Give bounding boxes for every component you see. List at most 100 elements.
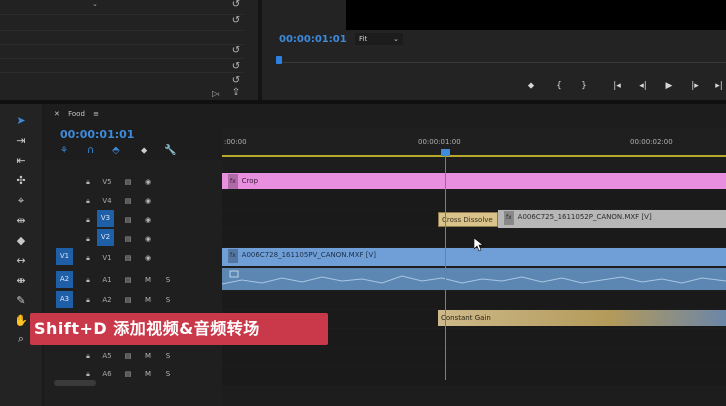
sync-icon[interactable]: ▤: [123, 216, 133, 224]
sync-icon[interactable]: ▤: [123, 197, 133, 205]
add-marker-icon[interactable]: ⬘: [112, 145, 120, 156]
track-select-backward-icon[interactable]: ⇤: [13, 154, 29, 168]
program-scrub-bar[interactable]: [276, 62, 726, 63]
lock-icon[interactable]: 🔒︎: [83, 276, 93, 285]
clip-label: A006C728_161105PV_CANON.MXF [V]: [241, 251, 377, 259]
reset-icon[interactable]: ↺: [230, 76, 242, 86]
playhead-handle[interactable]: [441, 149, 450, 156]
ripple-edit-tool-icon[interactable]: ✣: [13, 174, 29, 188]
lock-icon[interactable]: 🔒︎: [83, 370, 93, 379]
source-patch-a2[interactable]: A2: [56, 271, 73, 288]
linked-selection-icon[interactable]: ∩: [87, 145, 94, 156]
track-name: A5: [102, 352, 112, 360]
sync-icon[interactable]: ▤: [123, 276, 133, 284]
export-icon[interactable]: ⇪: [230, 88, 242, 98]
fit-label: Fit: [359, 35, 368, 43]
timeline-playhead[interactable]: [445, 150, 446, 380]
step-back-icon[interactable]: ◂|: [636, 80, 650, 92]
track-a2[interactable]: [222, 291, 726, 309]
lock-icon[interactable]: 🔒︎: [83, 254, 93, 263]
rate-stretch-tool-icon[interactable]: ⇹: [13, 214, 29, 228]
mute-button[interactable]: M: [143, 296, 153, 304]
step-forward-icon[interactable]: |▸: [688, 80, 702, 92]
lock-icon[interactable]: 🔒︎: [83, 296, 93, 305]
work-area-bar[interactable]: [222, 155, 726, 157]
lock-icon[interactable]: 🔒︎: [83, 197, 93, 206]
eye-icon[interactable]: ◉: [143, 254, 153, 262]
sync-icon[interactable]: ▤: [123, 235, 133, 243]
eye-icon[interactable]: ◉: [143, 178, 153, 186]
mute-button[interactable]: M: [143, 276, 153, 284]
add-marker-icon[interactable]: ⬥: [524, 80, 538, 92]
reset-icon[interactable]: ↺: [230, 0, 242, 10]
sync-icon[interactable]: ▤: [123, 296, 133, 304]
adjustment-clip-crop[interactable]: fx Crop: [222, 173, 726, 189]
sequence-name: Food: [68, 110, 85, 118]
slide-tool-icon[interactable]: ⇼: [13, 274, 29, 288]
ruler-label: :00:00: [224, 138, 247, 146]
slip-tool-icon[interactable]: ↔: [13, 254, 29, 268]
eye-icon[interactable]: ◉: [143, 235, 153, 243]
sync-icon[interactable]: ▤: [123, 352, 133, 360]
play-only-audio-icon[interactable]: ▷ₗ: [212, 89, 219, 98]
zoom-tool-icon[interactable]: ⌕: [13, 332, 29, 346]
audio-clip-a1[interactable]: [222, 268, 726, 290]
video-clip-v2[interactable]: fx A006C725_1611052P_CANON.MXF [V]: [498, 210, 726, 228]
track-select-tool-icon[interactable]: ⇥: [13, 134, 29, 148]
track-a5[interactable]: [222, 348, 726, 366]
hand-tool-icon[interactable]: ✋: [13, 314, 29, 328]
sequence-tab[interactable]: ✕ Food ≡: [54, 110, 99, 118]
divider: [0, 14, 244, 15]
marker-icon[interactable]: ⬥: [141, 146, 147, 156]
sync-icon[interactable]: ▤: [123, 254, 133, 262]
solo-button[interactable]: S: [163, 370, 173, 378]
go-to-in-icon[interactable]: |◂: [610, 80, 624, 92]
lock-icon[interactable]: 🔒︎: [83, 178, 93, 187]
track-target-v2[interactable]: V2: [97, 229, 114, 246]
snap-icon[interactable]: ⚘: [60, 146, 68, 156]
wrench-icon[interactable]: 🔧: [164, 145, 176, 156]
track-a6[interactable]: [222, 367, 726, 385]
track-target-v3[interactable]: V3: [97, 210, 114, 227]
reset-icon[interactable]: ↺: [230, 62, 242, 72]
play-icon[interactable]: ▶: [662, 80, 676, 92]
solo-button[interactable]: S: [163, 352, 173, 360]
mute-button[interactable]: M: [143, 370, 153, 378]
mark-in-icon[interactable]: {: [552, 80, 566, 92]
selection-tool-icon[interactable]: ➤: [13, 114, 29, 128]
track-name: V1: [102, 254, 112, 262]
lock-icon[interactable]: 🔒︎: [83, 352, 93, 361]
timeline-zoom-scrollbar[interactable]: [54, 380, 96, 386]
mute-button[interactable]: M: [143, 352, 153, 360]
chevron-down-icon[interactable]: ⌄: [92, 0, 100, 8]
timeline-timecode[interactable]: 00:00:01:01: [60, 128, 134, 141]
rolling-edit-tool-icon[interactable]: ⌖: [13, 194, 29, 208]
eye-icon[interactable]: ◉: [143, 216, 153, 224]
mark-out-icon[interactable]: }: [577, 80, 591, 92]
source-patch-v1[interactable]: V1: [56, 248, 73, 265]
menu-icon[interactable]: ≡: [93, 110, 99, 118]
close-icon[interactable]: ✕: [54, 110, 60, 118]
reset-icon[interactable]: ↺: [230, 16, 242, 26]
clip-label: A006C725_1611052P_CANON.MXF [V]: [517, 213, 652, 221]
solo-button[interactable]: S: [163, 276, 173, 284]
eye-icon[interactable]: ◉: [143, 197, 153, 205]
source-patch-a3[interactable]: A3: [56, 291, 73, 308]
go-to-out-icon[interactable]: ▸|: [712, 80, 726, 92]
solo-button[interactable]: S: [163, 296, 173, 304]
track-v4[interactable]: [222, 191, 726, 209]
fit-dropdown[interactable]: Fit ⌄: [355, 33, 403, 45]
razor-tool-icon[interactable]: ◆: [13, 234, 29, 248]
divider: [0, 44, 244, 45]
program-timecode[interactable]: 00:00:01:01: [279, 34, 347, 45]
lock-icon[interactable]: 🔒︎: [83, 216, 93, 225]
clip-label: Crop: [241, 177, 259, 185]
cross-dissolve-transition[interactable]: Cross Dissolve: [438, 212, 498, 227]
constant-gain-transition[interactable]: Constant Gain: [438, 310, 726, 326]
lock-icon[interactable]: 🔒︎: [83, 235, 93, 244]
reset-icon[interactable]: ↺: [230, 46, 242, 56]
program-playhead[interactable]: [276, 56, 282, 64]
sync-icon[interactable]: ▤: [123, 178, 133, 186]
pen-tool-icon[interactable]: ✎: [13, 294, 29, 308]
sync-icon[interactable]: ▤: [123, 370, 133, 378]
